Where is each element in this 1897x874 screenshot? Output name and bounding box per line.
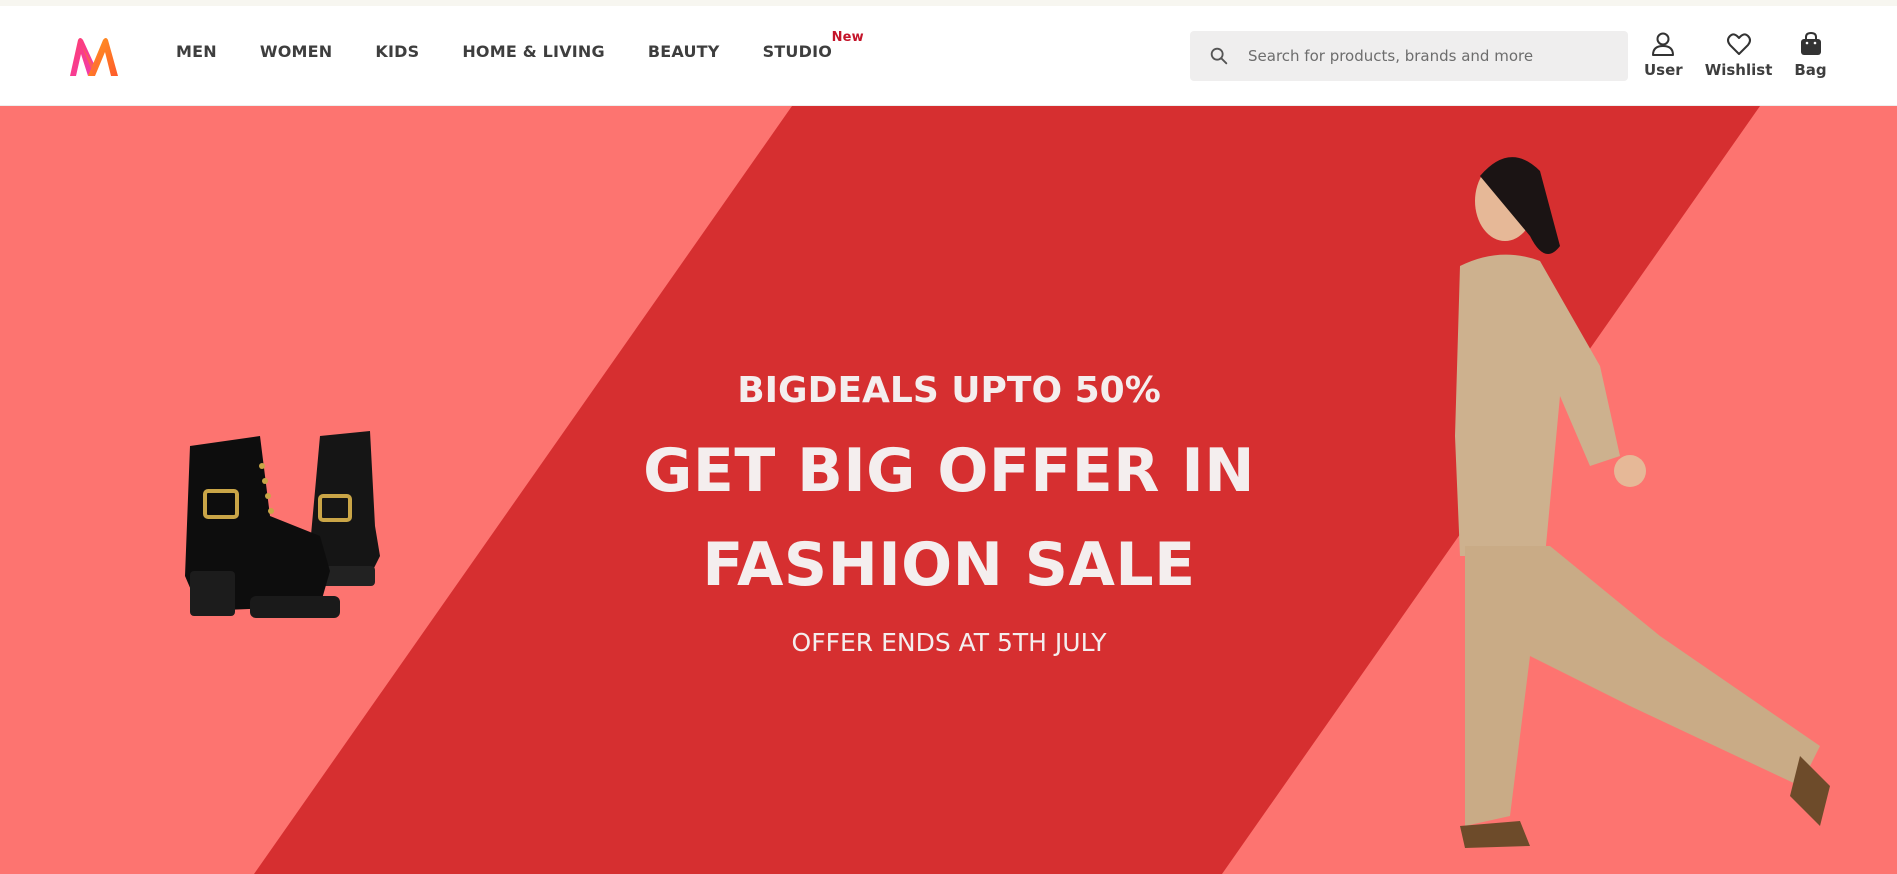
menu-label: STUDIO bbox=[762, 42, 833, 61]
myntra-logo[interactable] bbox=[68, 36, 120, 78]
search-bar[interactable] bbox=[1190, 31, 1628, 81]
heart-icon bbox=[1726, 33, 1751, 55]
new-badge: New bbox=[831, 30, 864, 45]
site-header: MEN WOMEN KIDS HOME & LIVING BEAUTY STUD… bbox=[0, 6, 1897, 106]
bag-icon bbox=[1800, 31, 1821, 55]
hero-offer-ends: OFFER ENDS AT 5TH JULY bbox=[791, 628, 1107, 657]
search-input[interactable] bbox=[1248, 47, 1608, 65]
menu-item-studio[interactable]: STUDIO New bbox=[762, 30, 864, 61]
hero-subtitle: BIGDEALS UPTO 50% bbox=[737, 370, 1161, 411]
menu-item-men[interactable]: MEN bbox=[176, 42, 217, 61]
menu-item-home-living[interactable]: HOME & LIVING bbox=[462, 42, 605, 61]
bag-button[interactable]: Bag bbox=[1794, 30, 1827, 79]
menu-item-beauty[interactable]: BEAUTY bbox=[648, 42, 720, 61]
bag-label: Bag bbox=[1794, 61, 1827, 79]
header-actions: User Wishlist Bag bbox=[1644, 30, 1849, 79]
model-image bbox=[1455, 157, 1830, 848]
wishlist-button[interactable]: Wishlist bbox=[1704, 30, 1773, 79]
user-button[interactable]: User bbox=[1644, 30, 1683, 79]
menu-item-kids[interactable]: KIDS bbox=[375, 42, 419, 61]
menu-label: KIDS bbox=[375, 42, 420, 61]
menu-label: HOME & LIVING bbox=[462, 42, 605, 61]
menu-item-women[interactable]: WOMEN bbox=[260, 42, 333, 61]
menu-label: MEN bbox=[176, 42, 217, 61]
wishlist-label: Wishlist bbox=[1704, 61, 1773, 79]
user-label: User bbox=[1644, 61, 1683, 79]
hero-title-line1: GET BIG OFFER IN bbox=[643, 436, 1255, 506]
menu-label: BEAUTY bbox=[647, 42, 720, 61]
boots-image bbox=[185, 431, 380, 618]
search-icon bbox=[1210, 47, 1228, 65]
main-menu: MEN WOMEN KIDS HOME & LIVING BEAUTY STUD… bbox=[176, 30, 875, 61]
hero-banner[interactable]: BIGDEALS UPTO 50% GET BIG OFFER IN FASHI… bbox=[0, 106, 1897, 874]
menu-label: WOMEN bbox=[259, 42, 333, 61]
hero-title-line2: FASHION SALE bbox=[702, 530, 1196, 600]
user-icon bbox=[1652, 32, 1675, 56]
